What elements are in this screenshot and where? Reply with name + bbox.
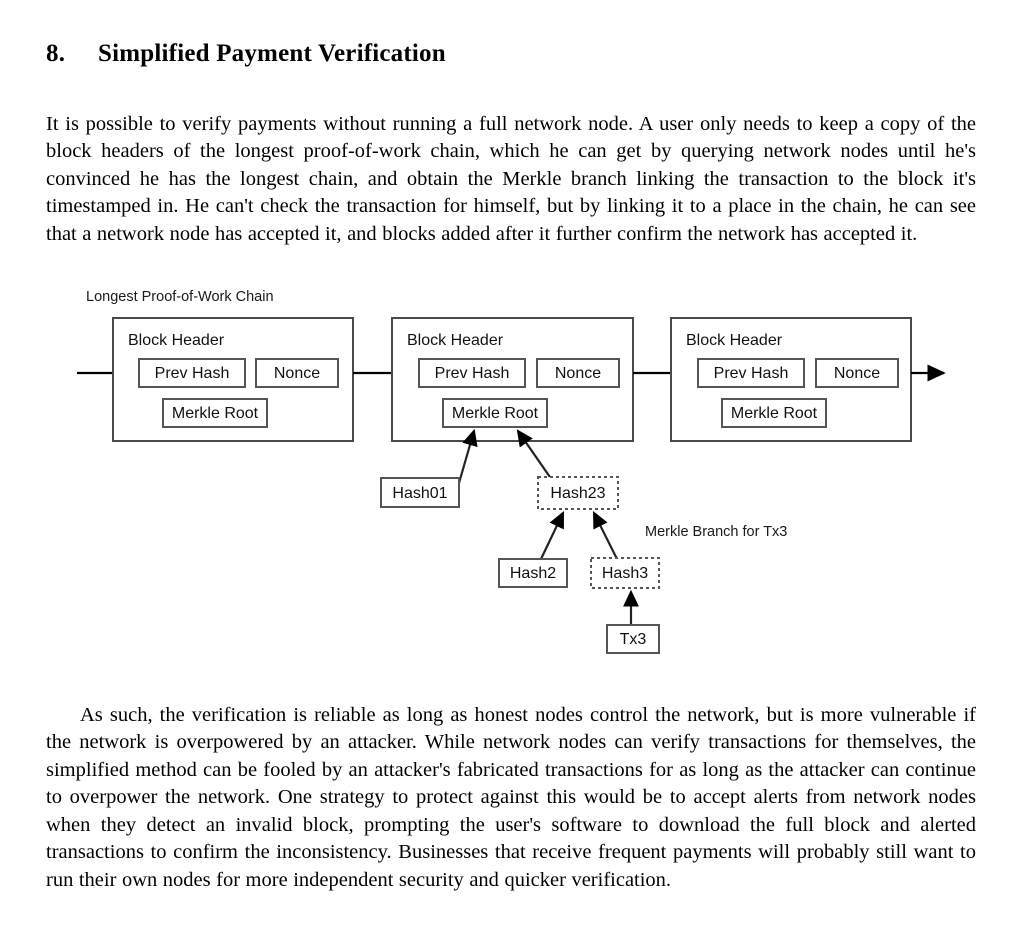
chain-caption: Longest Proof-of-Work Chain bbox=[86, 289, 274, 305]
block-3: Block Header Prev Hash Nonce Merkle Root bbox=[670, 317, 912, 442]
section-number: 8. bbox=[46, 40, 66, 67]
block-2-nonce-label: Nonce bbox=[555, 365, 601, 382]
block-2-merkle-root-box bbox=[442, 398, 548, 428]
edge-hash3-to-hash23 bbox=[593, 511, 618, 560]
block-1-header-label: Block Header bbox=[128, 332, 225, 349]
node-hash2-box bbox=[498, 558, 568, 588]
paragraph-intro: It is possible to verify payments withou… bbox=[46, 112, 976, 245]
block-1-prev-hash-box bbox=[138, 358, 246, 388]
block-3-prev-hash-box bbox=[697, 358, 805, 388]
block-3-nonce-label: Nonce bbox=[834, 365, 880, 382]
node-tx3-box bbox=[606, 624, 660, 654]
node-hash2-label: Hash2 bbox=[510, 565, 556, 582]
page-title: 8. Simplified Payment Verification bbox=[46, 40, 946, 68]
block-2-prev-hash-box bbox=[418, 358, 526, 388]
node-tx3-label: Tx3 bbox=[620, 631, 647, 648]
block-1: Block Header Prev Hash Nonce Merkle Root bbox=[112, 317, 354, 442]
edge-hash2-to-hash23 bbox=[540, 511, 564, 560]
block-1-merkle-root-label: Merkle Root bbox=[172, 405, 259, 422]
block-3-prev-hash-label: Prev Hash bbox=[714, 365, 789, 382]
block-2-header-label: Block Header bbox=[407, 332, 504, 349]
block-2-merkle-root-label: Merkle Root bbox=[452, 405, 539, 422]
block-1-outer bbox=[112, 317, 354, 442]
node-hash3-box bbox=[590, 557, 660, 589]
block-2-nonce-box bbox=[536, 358, 620, 388]
block-1-nonce-label: Nonce bbox=[274, 365, 320, 382]
edge-hash01-to-merkle-root bbox=[457, 428, 478, 484]
node-hash23-box bbox=[537, 476, 619, 510]
paragraph-outro: As such, the verification is reliable as… bbox=[46, 703, 976, 891]
node-hash23-label: Hash23 bbox=[550, 485, 605, 502]
block-3-outer bbox=[670, 317, 912, 442]
edge-hash23-to-merkle-root bbox=[516, 429, 553, 481]
block-3-merkle-root-label: Merkle Root bbox=[731, 405, 818, 422]
block-3-header-label: Block Header bbox=[686, 332, 783, 349]
block-3-nonce-box bbox=[815, 358, 899, 388]
branch-caption: Merkle Branch for Tx3 bbox=[645, 524, 787, 540]
node-hash01-box bbox=[380, 477, 460, 508]
block-3-merkle-root-box bbox=[721, 398, 827, 428]
block-2-outer bbox=[391, 317, 634, 442]
document-page: 8. Simplified Payment Verification It is … bbox=[0, 0, 1024, 928]
block-1-nonce-box bbox=[255, 358, 339, 388]
node-hash3-label: Hash3 bbox=[602, 565, 648, 582]
block-2-prev-hash-label: Prev Hash bbox=[435, 365, 510, 382]
node-hash01-label: Hash01 bbox=[392, 485, 447, 502]
section-title: Simplified Payment Verification bbox=[98, 40, 446, 67]
block-2: Block Header Prev Hash Nonce Merkle Root bbox=[391, 317, 634, 442]
block-1-merkle-root-box bbox=[162, 398, 268, 428]
block-1-prev-hash-label: Prev Hash bbox=[155, 365, 230, 382]
